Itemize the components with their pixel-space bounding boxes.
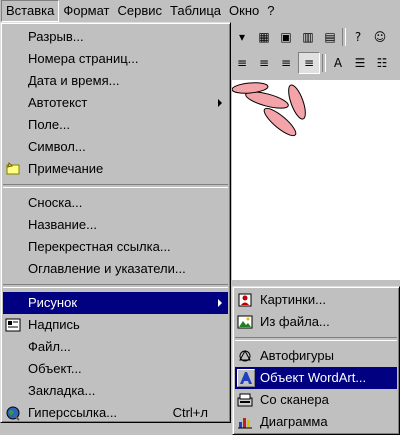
menu-item-field[interactable]: Поле... — [1, 114, 230, 136]
clipart-icon — [237, 292, 253, 308]
insert-table-icon[interactable]: ▦ — [254, 27, 274, 47]
menu-table[interactable]: Таблица — [166, 1, 225, 21]
submenu-item-clipart[interactable]: Картинки... — [233, 289, 399, 311]
menu-separator — [3, 284, 228, 288]
menu-separator — [3, 184, 228, 188]
menu-format[interactable]: Формат — [59, 1, 113, 21]
menu-item-picture[interactable]: Рисунок — [3, 292, 228, 314]
menu-item-label: Закладка... — [28, 383, 96, 398]
align-right-icon[interactable]: ≡ — [276, 53, 296, 73]
menu-item-label: Символ... — [28, 139, 86, 154]
toolbar-separator — [322, 54, 326, 72]
menu-item-label: Разрыв... — [28, 29, 84, 44]
insert-excel-icon[interactable]: ▣ — [276, 27, 296, 47]
menu-item-label: Оглавление и указатели... — [28, 261, 186, 276]
drawing-icon[interactable]: ▤ — [320, 27, 340, 47]
justify-icon[interactable]: ≡ — [298, 52, 320, 74]
submenu-arrow-icon — [218, 99, 222, 107]
submenu-item-label: Картинки... — [260, 292, 326, 307]
menu-item-label: Перекрестная ссылка... — [28, 239, 171, 254]
menu-item-footnote[interactable]: Сноска... — [1, 192, 230, 214]
clipart-shape-icon — [231, 82, 306, 137]
menu-item-index-tables[interactable]: Оглавление и указатели... — [1, 258, 230, 280]
menu-item-symbol[interactable]: Символ... — [1, 136, 230, 158]
menu-item-label: Номера страниц... — [28, 51, 139, 66]
formatting-toolbar: ≡ ≡ ≡ ≡ A ☰ ☷ — [232, 51, 400, 75]
document-area[interactable] — [231, 80, 400, 280]
submenu-item-from-file[interactable]: Из файла... — [233, 311, 399, 333]
submenu-item-wordart[interactable]: Объект WordArt... — [235, 367, 397, 389]
menu-item-label: Гиперссылка... — [28, 405, 118, 420]
menu-item-bookmark[interactable]: Закладка... — [1, 380, 230, 402]
menu-item-label: Сноска... — [28, 195, 83, 210]
menu-item-label: Примечание — [28, 161, 104, 176]
submenu-item-label: Диаграмма — [260, 414, 328, 429]
menu-item-cross-reference[interactable]: Перекрестная ссылка... — [1, 236, 230, 258]
menu-item-label: Дата и время... — [28, 73, 120, 88]
dropdown-arrow-icon[interactable]: ▾ — [232, 27, 252, 47]
standard-toolbar: ▾ ▦ ▣ ▥ ▤ ? ☺ — [232, 25, 400, 49]
align-center-icon[interactable]: ≡ — [254, 53, 274, 73]
font-color-icon[interactable]: A — [328, 53, 348, 73]
submenu-item-label: Со сканера — [260, 392, 329, 407]
menu-item-break[interactable]: Разрыв... — [1, 26, 230, 48]
menu-item-label: Файл... — [28, 339, 71, 354]
menu-item-label: Надпись — [28, 317, 80, 332]
shortcut-label: Ctrl+л — [172, 405, 208, 420]
menu-item-page-numbers[interactable]: Номера страниц... — [1, 48, 230, 70]
text-box-icon — [5, 317, 21, 333]
toolbar-separator — [342, 28, 346, 46]
insert-menu: Разрыв... Номера страниц... Дата и время… — [0, 22, 231, 423]
menu-help[interactable]: ? — [263, 1, 278, 21]
menu-item-label: Поле... — [28, 117, 70, 132]
menu-bar: Вставка Формат Сервис Таблица Окно ? — [0, 0, 400, 22]
bullets-icon[interactable]: ☷ — [372, 53, 392, 73]
menu-tools[interactable]: Сервис — [114, 1, 167, 21]
menu-item-caption[interactable]: Название... — [1, 214, 230, 236]
submenu-item-label: Объект WordArt... — [260, 370, 367, 385]
menu-item-autotext[interactable]: Автотекст — [1, 92, 230, 114]
menu-item-object[interactable]: Объект... — [1, 358, 230, 380]
menu-item-label: Объект... — [28, 361, 82, 376]
menu-item-label: Автотекст — [28, 95, 88, 110]
menu-window[interactable]: Окно — [225, 1, 263, 21]
office-assistant-icon[interactable]: ☺ — [370, 27, 390, 47]
menu-item-hyperlink[interactable]: Гиперссылка... Ctrl+л — [1, 402, 230, 424]
menu-item-file[interactable]: Файл... — [1, 336, 230, 358]
submenu-item-label: Из файла... — [260, 314, 330, 329]
menu-item-date-time[interactable]: Дата и время... — [1, 70, 230, 92]
menu-item-label: Название... — [28, 217, 97, 232]
scanner-icon — [237, 392, 253, 408]
columns-icon[interactable]: ▥ — [298, 27, 318, 47]
autoshapes-icon — [237, 348, 253, 364]
wordart-icon — [237, 369, 255, 387]
picture-from-file-icon — [237, 314, 253, 330]
chart-icon — [237, 414, 253, 430]
numbering-icon[interactable]: ☰ — [350, 53, 370, 73]
help-pointer-icon[interactable]: ? — [348, 27, 368, 47]
comment-icon — [5, 161, 21, 177]
submenu-item-chart[interactable]: Диаграмма — [233, 411, 399, 433]
submenu-item-label: Автофигуры — [260, 348, 334, 363]
submenu-item-scanner[interactable]: Со сканера — [233, 389, 399, 411]
submenu-item-autoshapes[interactable]: Автофигуры — [233, 345, 399, 367]
menu-item-comment[interactable]: Примечание — [1, 158, 230, 180]
menu-insert[interactable]: Вставка — [1, 0, 60, 22]
hyperlink-globe-icon — [5, 405, 21, 421]
align-left-icon[interactable]: ≡ — [232, 53, 252, 73]
menu-item-text-box[interactable]: Надпись — [1, 314, 230, 336]
menu-item-label: Рисунок — [28, 295, 78, 310]
submenu-arrow-icon — [218, 299, 222, 307]
picture-submenu: Картинки... Из файла... Автофигуры Объек… — [232, 286, 400, 435]
menu-separator — [235, 337, 397, 341]
